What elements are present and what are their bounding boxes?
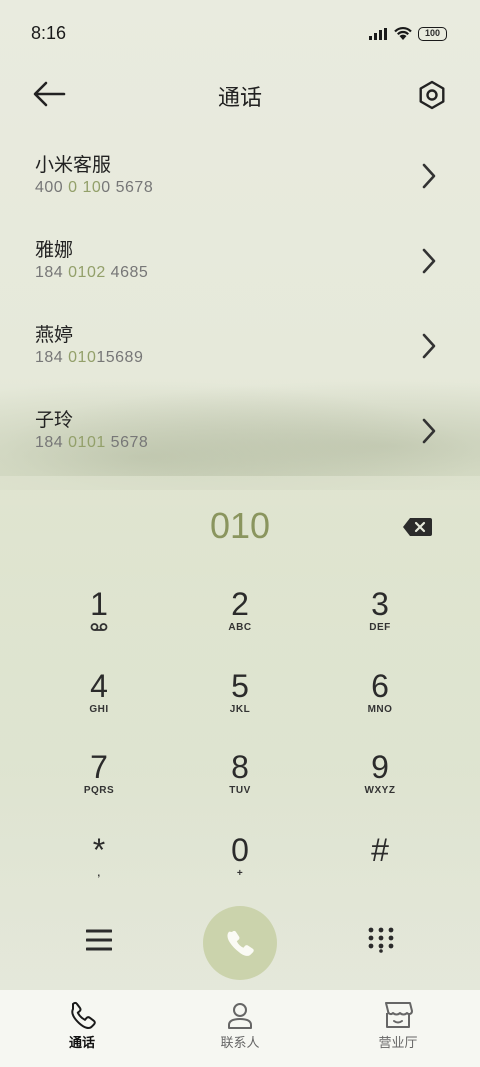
contact-number: 400 0 100 5678 — [35, 179, 154, 196]
menu-icon[interactable] — [86, 928, 112, 952]
person-icon — [228, 1003, 252, 1029]
voicemail-icon — [90, 623, 108, 631]
contact-item[interactable]: 小米客服 400 0 100 5678 — [0, 138, 480, 223]
tab-store[interactable]: 营业厅 — [338, 1000, 458, 1051]
contact-item[interactable]: 燕婷 184 01015689 — [0, 308, 480, 393]
phone-icon — [227, 930, 254, 956]
dialpad-icon[interactable] — [367, 927, 395, 953]
store-icon — [385, 1002, 413, 1028]
contact-name: 小米客服 — [35, 154, 112, 176]
status-time: 8:16 — [31, 23, 67, 43]
wifi-icon — [394, 27, 412, 40]
keypad-key-3[interactable]: 3 DEF — [320, 586, 440, 656]
contact-number: 184 0102 4685 — [35, 264, 149, 281]
keypad-key-hash[interactable]: # — [320, 832, 440, 902]
contact-name: 雅娜 — [35, 239, 74, 261]
keypad-key-8[interactable]: 8 TUV — [180, 749, 300, 819]
contact-name: 子玲 — [35, 409, 74, 431]
keypad-key-5[interactable]: 5 JKL — [180, 668, 300, 738]
contact-list: 小米客服 400 0 100 5678 雅娜 184 0102 4685 燕婷 … — [0, 138, 480, 478]
backspace-icon[interactable] — [402, 517, 432, 537]
chevron-right-icon — [422, 248, 436, 274]
contact-name: 燕婷 — [35, 324, 74, 346]
keypad-key-6[interactable]: 6 MNO — [320, 668, 440, 738]
tab-contacts[interactable]: 联系人 — [180, 1000, 300, 1051]
contact-number: 184 01015689 — [35, 349, 144, 366]
battery-indicator: 100 — [418, 27, 447, 41]
keypad-key-1[interactable]: 1 — [39, 586, 159, 656]
signal-icon — [369, 28, 387, 40]
settings-hexagon-icon[interactable] — [417, 80, 447, 110]
tab-calls[interactable]: 通话 — [22, 1000, 142, 1051]
keypad-key-2[interactable]: 2 ABC — [180, 586, 300, 656]
bottom-tab-bar: 通话 联系人 营业厅 — [0, 990, 480, 1067]
keypad-key-9[interactable]: 9 WXYZ — [320, 749, 440, 819]
call-button[interactable] — [203, 906, 277, 980]
keypad-key-star[interactable]: * , — [39, 832, 159, 902]
contact-number: 184 0101 5678 — [35, 434, 149, 451]
page-title: 通话 — [217, 86, 262, 111]
contact-item[interactable]: 雅娜 184 0102 4685 — [0, 223, 480, 308]
keypad-key-4[interactable]: 4 GHI — [39, 668, 159, 738]
header: 通话 — [0, 66, 480, 124]
chevron-right-icon — [422, 163, 436, 189]
keypad-key-7[interactable]: 7 PQRS — [39, 749, 159, 819]
contact-item[interactable]: 子玲 184 0101 5678 — [0, 393, 480, 478]
chevron-right-icon — [422, 418, 436, 444]
keypad-key-0[interactable]: 0 + — [180, 832, 300, 902]
status-bar: 8:16 100 — [0, 0, 480, 66]
phone-icon — [71, 1001, 96, 1030]
chevron-right-icon — [422, 333, 436, 359]
